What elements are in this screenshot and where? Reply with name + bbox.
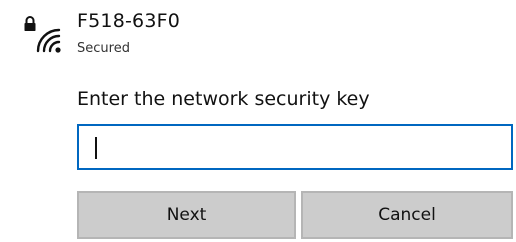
lock-icon	[24, 16, 36, 31]
wifi-connect-panel: F518-63F0 Secured Enter the network secu…	[0, 0, 516, 242]
security-key-field[interactable]	[77, 124, 513, 170]
network-status: Secured	[77, 41, 130, 56]
text-caret	[95, 137, 97, 159]
security-key-input[interactable]	[79, 126, 511, 168]
security-key-prompt: Enter the network security key	[77, 88, 370, 110]
network-name: F518-63F0	[77, 10, 181, 32]
cancel-button[interactable]: Cancel	[301, 191, 513, 239]
next-button[interactable]: Next	[77, 191, 296, 239]
secured-wifi-icon	[24, 16, 61, 53]
